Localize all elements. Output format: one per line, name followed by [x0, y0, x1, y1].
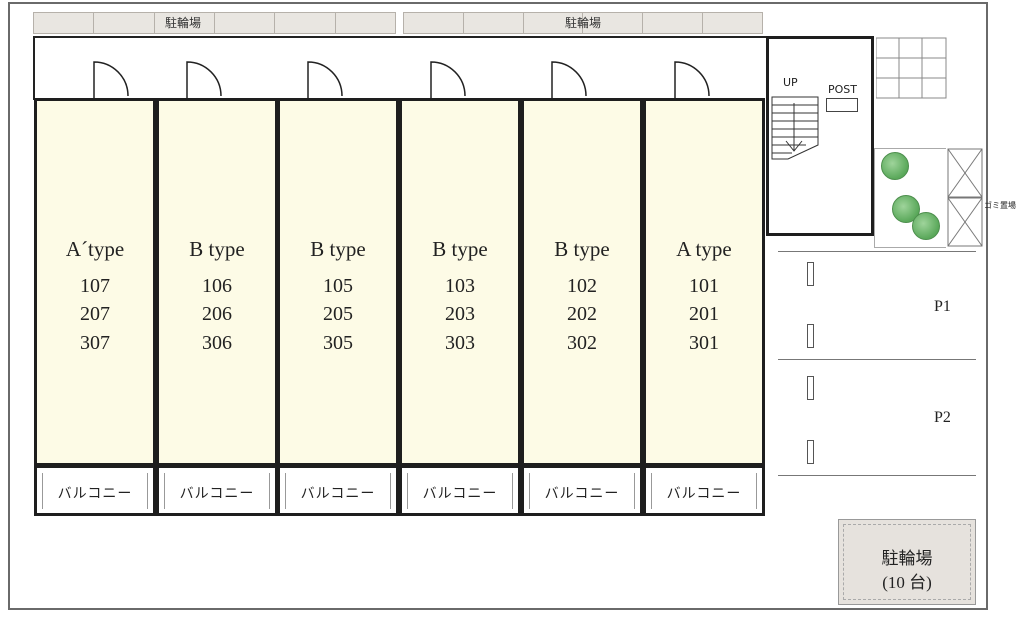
balcony-label: バルコニー [544, 486, 620, 502]
room-number: 301 [689, 332, 719, 354]
room-number: 305 [323, 332, 353, 354]
bike-rack-grid [876, 37, 947, 99]
wheel-stop-icon [807, 324, 814, 348]
unit-a-101[interactable]: A type 101 201 301 [643, 98, 765, 466]
room-number: 106 [202, 275, 232, 297]
balcony: バルコニー [277, 466, 399, 516]
door-icon [551, 61, 587, 98]
room-number: 101 [689, 275, 719, 297]
room-number: 205 [323, 303, 353, 325]
balcony: バルコニー [34, 466, 156, 516]
door-icon [307, 61, 343, 98]
tree-icon [912, 212, 940, 240]
room-number: 306 [202, 332, 232, 354]
room-number: 207 [80, 303, 110, 325]
unit-b-105[interactable]: B type 105 205 305 [277, 98, 399, 466]
parking-space-p2: P2 [934, 409, 951, 426]
balcony: バルコニー [156, 466, 278, 516]
unit-type-label: A type [676, 237, 732, 261]
door-icon [430, 61, 466, 98]
door-icon [186, 61, 222, 98]
stair-up-label: UP [783, 76, 798, 89]
balcony-label: バルコニー [179, 486, 255, 502]
tree-icon [881, 152, 909, 180]
unit-a-prime[interactable]: A´type 107 207 307 [34, 98, 156, 466]
room-number: 202 [567, 303, 597, 325]
balcony-label: バルコニー [422, 486, 498, 502]
room-number: 302 [567, 332, 597, 354]
unit-b-106[interactable]: B type 106 206 306 [156, 98, 278, 466]
mailbox-icon [826, 98, 858, 112]
unit-type-label: B type [310, 237, 366, 261]
door-icon [93, 61, 129, 98]
balcony: バルコニー [521, 466, 643, 516]
stair-icon [771, 96, 819, 160]
trash-storage-icon [947, 148, 983, 247]
balcony-label: バルコニー [300, 486, 376, 502]
room-number: 107 [80, 275, 110, 297]
balcony-label: バルコニー [666, 486, 742, 502]
room-number: 307 [80, 332, 110, 354]
parking-divider [778, 359, 976, 360]
parking-divider [778, 475, 976, 476]
room-number: 102 [567, 275, 597, 297]
parking-space-p1: P1 [934, 298, 951, 315]
unit-b-102[interactable]: B type 102 202 302 [521, 98, 643, 466]
bicycle-parking-lot-capacity: (10 台) [882, 573, 932, 592]
unit-type-label: B type [554, 237, 610, 261]
room-number: 203 [445, 303, 475, 325]
room-number: 201 [689, 303, 719, 325]
balcony-label: バルコニー [57, 486, 133, 502]
door-icon [674, 61, 710, 98]
room-number: 103 [445, 275, 475, 297]
unit-b-103[interactable]: B type 103 203 303 [399, 98, 521, 466]
post-label: POST [828, 83, 857, 96]
balcony: バルコニー [643, 466, 765, 516]
wheel-stop-icon [807, 440, 814, 464]
wheel-stop-icon [807, 262, 814, 286]
parking-divider [778, 251, 976, 252]
wheel-stop-icon [807, 376, 814, 400]
bicycle-parking-lot: 駐輪場 (10 台) [838, 519, 976, 605]
trash-label: ゴミ置場 [984, 201, 1016, 210]
room-number: 303 [445, 332, 475, 354]
bicycle-parking-lot-label: 駐輪場 [881, 549, 933, 568]
unit-type-label: B type [432, 237, 488, 261]
room-number: 206 [202, 303, 232, 325]
room-number: 105 [323, 275, 353, 297]
unit-type-label: B type [189, 237, 245, 261]
unit-type-label: A´type [65, 237, 125, 261]
balcony: バルコニー [399, 466, 521, 516]
